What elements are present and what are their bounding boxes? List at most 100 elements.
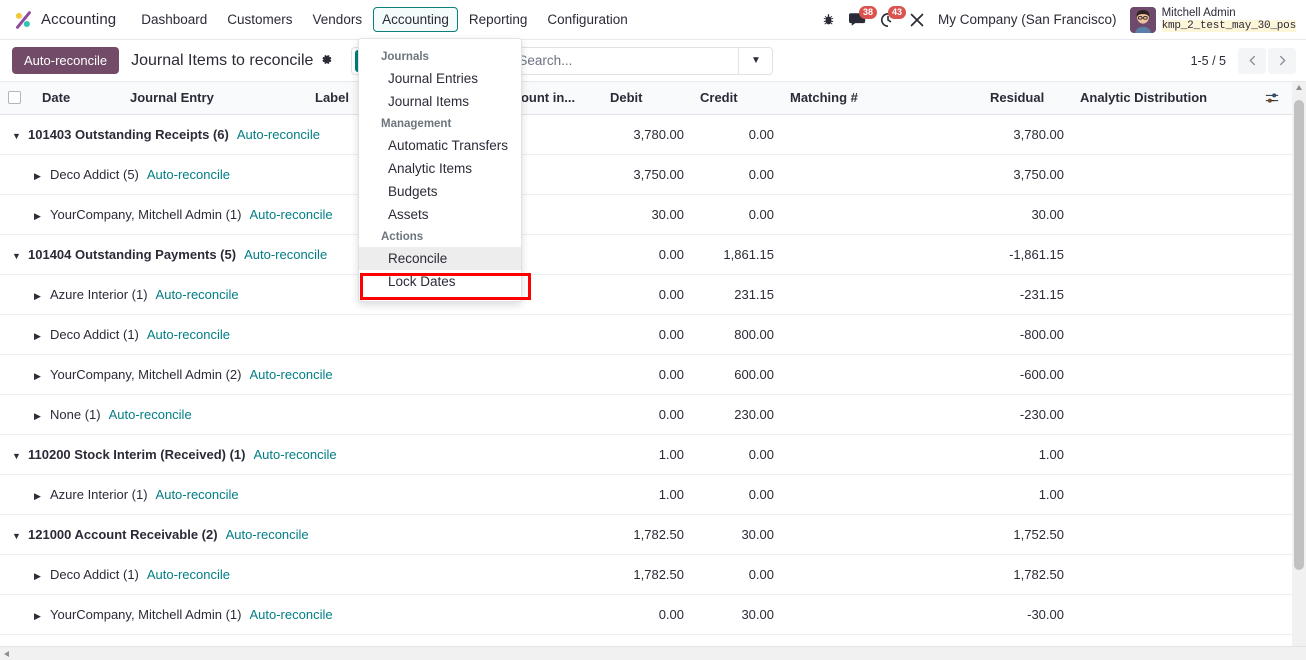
- dropdown-item-lock-dates[interactable]: Lock Dates: [359, 270, 521, 293]
- group-label-cell[interactable]: ▶ Deco Addict (1) Auto-reconcile: [0, 554, 492, 595]
- credit-cell: 0.00: [692, 474, 782, 515]
- bug-icon[interactable]: [821, 12, 836, 27]
- brand-home-link[interactable]: Accounting: [12, 9, 116, 31]
- messages-icon[interactable]: 38: [849, 6, 877, 27]
- search-input[interactable]: [510, 53, 739, 68]
- column-header-journal-entry[interactable]: Journal Entry: [122, 82, 307, 115]
- subgroup-row[interactable]: ▶ YourCompany, Mitchell Admin (1) Auto-rec…: [0, 194, 1292, 235]
- residual-cell: 1.00: [982, 434, 1072, 475]
- analytic-distribution-cell: [1072, 514, 1252, 555]
- dropdown-item-assets[interactable]: Assets: [359, 203, 521, 226]
- settings-sliders-icon[interactable]: [1260, 91, 1284, 105]
- group-label-cell[interactable]: ▶ Deco Addict (1) Auto-reconcile: [0, 314, 492, 355]
- auto-reconcile-link[interactable]: Auto-reconcile: [249, 367, 332, 382]
- debit-cell: 0.00: [602, 594, 692, 635]
- auto-reconcile-link[interactable]: Auto-reconcile: [156, 287, 239, 302]
- caret-right-icon[interactable]: ▶: [34, 291, 45, 302]
- subgroup-row[interactable]: ▶ Azure Interior (1) Auto-reconcile 1.00 0.0…: [0, 474, 1292, 515]
- gear-icon[interactable]: [320, 53, 333, 69]
- auto-reconcile-link[interactable]: Auto-reconcile: [237, 127, 320, 142]
- auto-reconcile-link[interactable]: Auto-reconcile: [147, 167, 230, 182]
- group-label-cell[interactable]: ▼ 121000 Account Receivable (2) Auto-recon…: [0, 514, 492, 555]
- group-label-cell[interactable]: ▼ 110200 Stock Interim (Received) (1) Auto…: [0, 434, 492, 475]
- caret-down-icon[interactable]: ▼: [12, 251, 23, 261]
- menu-item-vendors[interactable]: Vendors: [304, 7, 372, 32]
- subgroup-row[interactable]: ▶ Deco Addict (1) Auto-reconcile 0.00 800.00…: [0, 314, 1292, 355]
- caret-down-icon[interactable]: ▼: [12, 531, 23, 541]
- subgroup-row[interactable]: ▶ Deco Addict (5) Auto-reconcile 3,750.00 0.…: [0, 154, 1292, 195]
- subgroup-row[interactable]: ▶ YourCompany, Mitchell Admin (1) Auto-rec…: [0, 594, 1292, 635]
- auto-reconcile-link[interactable]: Auto-reconcile: [226, 527, 309, 542]
- caret-right-icon[interactable]: ▶: [34, 211, 45, 222]
- dropdown-item-journal-items[interactable]: Journal Items: [359, 90, 521, 113]
- auto-reconcile-link[interactable]: Auto-reconcile: [249, 607, 332, 622]
- menu-item-reporting[interactable]: Reporting: [460, 7, 537, 32]
- analytic-distribution-cell: [1072, 154, 1252, 195]
- subgroup-row[interactable]: ▶ YourCompany, Mitchell Admin (2) Auto-rec…: [0, 354, 1292, 395]
- auto-reconcile-link[interactable]: Auto-reconcile: [147, 327, 230, 342]
- column-header-debit[interactable]: Debit: [602, 82, 692, 115]
- group-row[interactable]: ▼ 110200 Stock Interim (Received) (1) Auto…: [0, 434, 1292, 475]
- column-header-analytic-distribution[interactable]: Analytic Distribution: [1072, 82, 1252, 115]
- vertical-scroll-thumb[interactable]: [1294, 100, 1304, 570]
- group-label-cell[interactable]: ▶ None (1) Auto-reconcile: [0, 394, 492, 435]
- dropdown-item-journal-entries[interactable]: Journal Entries: [359, 67, 521, 90]
- caret-down-icon[interactable]: ▼: [12, 131, 23, 141]
- optional-columns-cell: [1252, 82, 1292, 115]
- column-header-residual[interactable]: Residual: [982, 82, 1072, 115]
- vertical-scrollbar[interactable]: [1292, 82, 1306, 660]
- auto-reconcile-link[interactable]: Auto-reconcile: [244, 247, 327, 262]
- auto-reconcile-link[interactable]: Auto-reconcile: [249, 207, 332, 222]
- auto-reconcile-button[interactable]: Auto-reconcile: [12, 47, 120, 74]
- matching-number-cell: [782, 354, 982, 395]
- caret-right-icon[interactable]: ▶: [34, 611, 45, 622]
- scroll-left-arrow-icon[interactable]: [4, 651, 9, 657]
- column-header-date[interactable]: Date: [34, 82, 122, 115]
- dropdown-item-reconcile[interactable]: Reconcile: [359, 247, 521, 270]
- company-switcher[interactable]: My Company (San Francisco): [938, 12, 1117, 27]
- user-menu[interactable]: Mitchell Admin kmp_2_test_may_30_pos: [1129, 6, 1296, 33]
- menu-item-customers[interactable]: Customers: [218, 7, 301, 32]
- debug-wrench-icon[interactable]: [909, 12, 925, 28]
- activities-clock-icon[interactable]: 43: [880, 5, 906, 28]
- matching-number-cell: [782, 554, 982, 595]
- auto-reconcile-link[interactable]: Auto-reconcile: [109, 407, 192, 422]
- caret-right-icon[interactable]: ▶: [34, 331, 45, 342]
- auto-reconcile-link[interactable]: Auto-reconcile: [156, 487, 239, 502]
- group-label-cell[interactable]: ▶ YourCompany, Mitchell Admin (1) Auto-rec…: [0, 594, 492, 635]
- caret-right-icon[interactable]: ▶: [34, 491, 45, 502]
- menu-item-accounting[interactable]: Accounting: [373, 7, 458, 32]
- dropdown-item-analytic-items[interactable]: Analytic Items: [359, 157, 521, 180]
- subgroup-row[interactable]: ▶ Azure Interior (1) Auto-reconcile 0.00 231…: [0, 274, 1292, 315]
- systray: 38 43 My Company (San Francisco) Mitchel…: [821, 5, 1296, 33]
- analytic-distribution-cell: [1072, 434, 1252, 475]
- horizontal-scrollbar[interactable]: [0, 646, 1306, 660]
- caret-right-icon[interactable]: ▶: [34, 371, 45, 382]
- caret-right-icon[interactable]: ▶: [34, 571, 45, 582]
- pager-previous-button[interactable]: [1238, 47, 1266, 74]
- group-row[interactable]: ▼ 101404 Outstanding Payments (5) Auto-rec…: [0, 234, 1292, 275]
- scroll-up-arrow-icon[interactable]: [1296, 85, 1302, 90]
- search-dropdown-toggle[interactable]: ▼: [738, 47, 772, 74]
- subgroup-row[interactable]: ▶ Deco Addict (1) Auto-reconcile 1,782.50 0.…: [0, 554, 1292, 595]
- group-row[interactable]: ▼ 121000 Account Receivable (2) Auto-recon…: [0, 514, 1292, 555]
- select-all-checkbox[interactable]: [8, 91, 21, 105]
- subgroup-row[interactable]: ▶ None (1) Auto-reconcile 0.00 230.00 -230.00: [0, 394, 1292, 435]
- auto-reconcile-link[interactable]: Auto-reconcile: [147, 567, 230, 582]
- column-header-matching-number[interactable]: Matching #: [782, 82, 982, 115]
- caret-down-icon[interactable]: ▼: [12, 451, 23, 461]
- caret-right-icon[interactable]: ▶: [34, 411, 45, 422]
- auto-reconcile-link[interactable]: Auto-reconcile: [254, 447, 337, 462]
- column-header-credit[interactable]: Credit: [692, 82, 782, 115]
- menu-item-dashboard[interactable]: Dashboard: [132, 7, 216, 32]
- residual-cell: 1,782.50: [982, 554, 1072, 595]
- dropdown-item-budgets[interactable]: Budgets: [359, 180, 521, 203]
- caret-right-icon[interactable]: ▶: [34, 171, 45, 182]
- group-label-cell[interactable]: ▶ YourCompany, Mitchell Admin (2) Auto-rec…: [0, 354, 492, 395]
- pager-next-button[interactable]: [1268, 47, 1296, 74]
- menu-item-configuration[interactable]: Configuration: [538, 7, 636, 32]
- group-label-cell[interactable]: ▶ Azure Interior (1) Auto-reconcile: [0, 474, 492, 515]
- group-row[interactable]: ▼ 101403 Outstanding Receipts (6) Auto-rec…: [0, 114, 1292, 155]
- messages-badge: 38: [858, 6, 877, 19]
- dropdown-item-automatic-transfers[interactable]: Automatic Transfers: [359, 134, 521, 157]
